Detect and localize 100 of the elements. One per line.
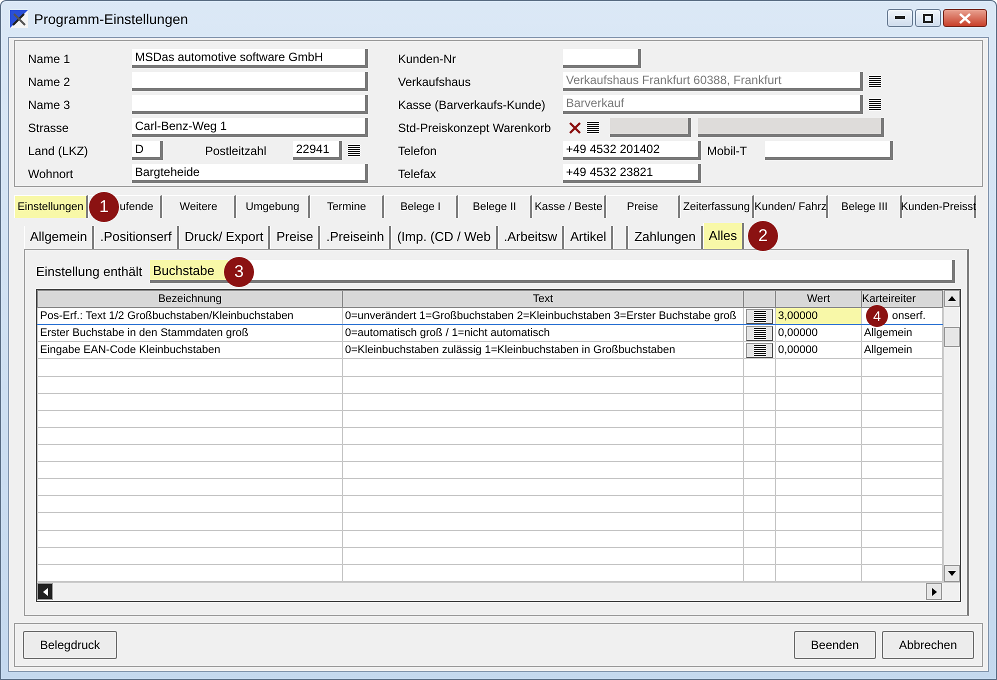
input-field[interactable] — [132, 95, 368, 114]
scroll-up-button[interactable] — [944, 290, 960, 307]
input-field[interactable] — [765, 141, 893, 160]
list-button[interactable] — [746, 308, 773, 324]
tab[interactable]: .Preiseinh — [320, 226, 392, 249]
filter-label: Einstellung enthält — [36, 264, 144, 279]
input-field[interactable]: +49 4532 201402 — [563, 141, 701, 160]
window-title: Programm-Einstellungen — [34, 11, 188, 27]
tab[interactable]: Einstellungen — [14, 195, 88, 218]
tab[interactable]: Umgebung — [236, 195, 310, 218]
column-header: Karteireiter — [862, 290, 942, 308]
field-label: Strasse — [28, 120, 70, 134]
tab[interactable]: Kunden/ Fahrz — [754, 195, 828, 218]
list-icon[interactable] — [869, 99, 881, 110]
field-label: Verkaufshaus — [398, 74, 472, 88]
tab[interactable]: Preise — [270, 226, 320, 249]
dialog-button[interactable]: Abbrechen — [882, 631, 974, 659]
table-cell: 0=automatisch groß / 1=nicht automatisch — [342, 324, 744, 342]
clear-icon[interactable] — [569, 122, 581, 134]
list-icon[interactable] — [754, 310, 766, 322]
field-label: Postleitzahl — [205, 144, 268, 158]
tab[interactable] — [613, 226, 628, 249]
input-field[interactable]: D — [132, 141, 163, 160]
table-cell[interactable]: 0,00000 — [776, 324, 862, 342]
list-icon[interactable] — [869, 76, 881, 87]
field-label: Std-Preiskonzept Warenkorb — [398, 120, 552, 134]
field-label: Mobil-T — [707, 144, 748, 158]
list-icon[interactable] — [348, 145, 360, 156]
dialog-button[interactable]: Beenden — [794, 631, 876, 659]
tab[interactable]: Kunden-Preisst — [902, 195, 976, 218]
list-button[interactable] — [746, 326, 773, 341]
callout-badge: 4 — [866, 305, 888, 328]
input-field[interactable] — [610, 118, 691, 137]
list-icon[interactable] — [754, 328, 766, 339]
tab[interactable]: Belege I — [384, 195, 458, 218]
input-field[interactable] — [698, 118, 884, 137]
maximize-button[interactable] — [915, 9, 941, 27]
input-field[interactable]: MSDas automotive software GmbH — [132, 49, 368, 68]
field-label: Name 3 — [28, 98, 72, 112]
field-label: Telefon — [398, 144, 438, 158]
table-cell[interactable]: 3,00000 — [776, 308, 862, 325]
tab[interactable]: Belege II — [458, 195, 532, 218]
list-icon[interactable] — [587, 122, 599, 133]
field-label: Name 1 — [28, 52, 72, 66]
tab[interactable]: Kasse / Beste — [532, 195, 606, 218]
minimize-icon — [895, 16, 905, 20]
column-header: Text — [342, 290, 744, 308]
maximize-icon — [923, 14, 933, 22]
table-cell: Erster Buchstabe in den Stammdaten groß — [38, 324, 342, 342]
column-header: Wert — [776, 290, 862, 308]
down-arrow-icon — [948, 571, 956, 576]
input-field[interactable]: Bargteheide — [132, 164, 368, 183]
close-icon — [959, 12, 971, 24]
tab[interactable]: Zeiterfassung — [680, 195, 754, 218]
table-cell: Allgemein — [862, 324, 942, 342]
tab[interactable]: Preise — [606, 195, 680, 218]
field-label: Land (LKZ) — [28, 144, 90, 158]
field-label: Telefax — [398, 166, 438, 180]
tab[interactable]: Druck/ Export — [178, 226, 270, 249]
close-button[interactable] — [943, 9, 987, 27]
input-field[interactable] — [132, 72, 368, 91]
field-label: Kasse (Barverkaufs-Kunde) — [398, 98, 546, 112]
table-cell: Pos-Erf.: Text 1/2 Großbuchstaben/Kleinbuchstaben — [38, 308, 342, 325]
print-button[interactable]: Belegdruck — [23, 631, 118, 659]
tab[interactable]: Belege III — [828, 195, 902, 218]
right-arrow-icon — [932, 588, 936, 596]
tab[interactable]: Artikel — [564, 226, 614, 249]
scrollbar-thumb[interactable] — [944, 327, 960, 347]
scroll-right-button[interactable] — [926, 583, 942, 600]
tab[interactable]: Weitere — [162, 195, 236, 218]
input-field[interactable]: +49 4532 23821 — [563, 164, 701, 183]
callout-badge: 2 — [748, 221, 778, 251]
minimize-button[interactable] — [887, 9, 913, 27]
field-label: Kunden-Nr — [398, 52, 458, 66]
table-cell: Eingabe EAN-Code Kleinbuchstaben — [38, 342, 342, 359]
tab[interactable]: .Positionserf — [94, 226, 179, 249]
callout-badge: 1 — [89, 192, 119, 222]
tools-icon — [10, 10, 28, 28]
table-cell[interactable]: 0,00000 — [776, 342, 862, 359]
scroll-left-button[interactable] — [37, 583, 53, 600]
table-cell: 0=unverändert 1=Großbuchstaben 2=Kleinbuchstaben 3=Erster Buchstabe groß — [342, 308, 744, 325]
table-cell: 4 onserf. — [862, 308, 942, 325]
tab[interactable]: Allgemein — [24, 226, 94, 249]
callout-badge: 3 — [224, 256, 254, 286]
input-field[interactable]: 22941 — [293, 141, 342, 160]
up-arrow-icon — [948, 296, 956, 301]
input-field[interactable] — [563, 49, 641, 68]
input-field[interactable]: Carl-Benz-Weg 1 — [132, 118, 368, 137]
table-cell: Allgemein — [862, 342, 942, 359]
table-cell: 0=Kleinbuchstaben zulässig 1=Kleinbuchstaben in Großbuchstaben — [342, 342, 744, 359]
list-button[interactable] — [746, 342, 773, 358]
column-header: Bezeichnung — [38, 290, 342, 308]
left-arrow-icon — [42, 588, 48, 596]
tab[interactable]: .Arbeitsw — [498, 226, 564, 249]
field-label: Wohnort — [28, 166, 74, 180]
list-icon[interactable] — [754, 344, 766, 356]
tab[interactable]: Termine — [310, 195, 384, 218]
scroll-down-button[interactable] — [944, 565, 960, 582]
field-label: Name 2 — [28, 74, 72, 88]
tab[interactable]: (Imp. (CD / Web — [391, 226, 498, 249]
